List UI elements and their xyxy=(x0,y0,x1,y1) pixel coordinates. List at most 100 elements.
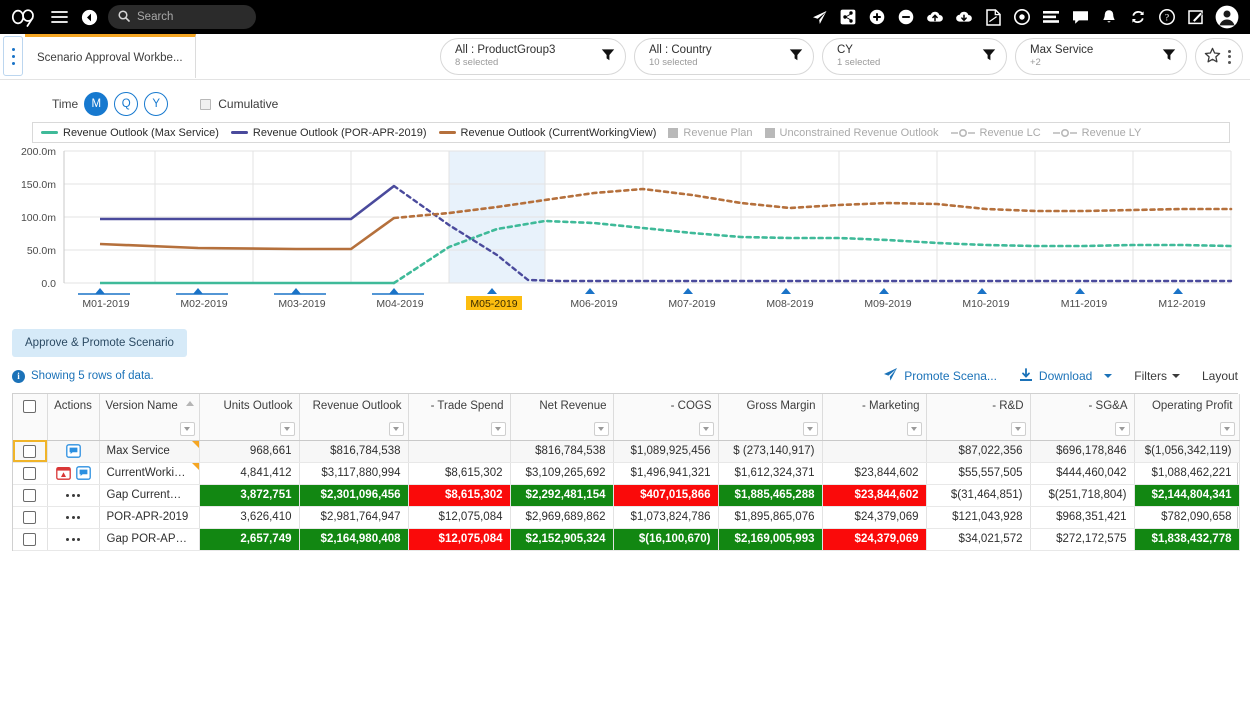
column-filter-button[interactable] xyxy=(906,421,922,436)
row-actions-cell[interactable] xyxy=(47,506,100,529)
more-dots-icon[interactable] xyxy=(66,515,80,519)
data-cell-cogs[interactable]: $1,089,925,456 xyxy=(613,440,719,463)
list-lines-icon[interactable] xyxy=(1038,4,1064,30)
pdf-file-icon[interactable] xyxy=(980,4,1006,30)
filter-funnel-icon[interactable] xyxy=(789,48,803,65)
column-filter-button[interactable] xyxy=(1114,421,1130,436)
data-cell-oprofit[interactable]: $1,088,462,221 xyxy=(1134,462,1240,485)
header-revenue-outlook[interactable]: Revenue Outlook xyxy=(299,394,409,441)
data-cell-marketing[interactable]: $24,379,069 xyxy=(822,506,927,529)
row-checkbox[interactable] xyxy=(23,510,37,524)
filter-funnel-icon[interactable] xyxy=(982,48,996,65)
edit-square-icon[interactable] xyxy=(1183,4,1209,30)
data-cell-units[interactable]: 2,657,749 xyxy=(199,528,300,551)
row-select-cell[interactable] xyxy=(13,528,48,551)
select-all-checkbox[interactable] xyxy=(23,400,37,413)
data-cell-netrev[interactable]: $816,784,538 xyxy=(510,440,614,463)
more-options-icon[interactable] xyxy=(1225,49,1234,64)
row-checkbox[interactable] xyxy=(23,466,37,480)
paper-plane-icon[interactable] xyxy=(806,4,832,30)
table-row[interactable]: POR-APR-2019 3,626,410 $2,981,764,947 $12,0… xyxy=(13,506,1240,529)
plus-circle-icon[interactable] xyxy=(864,4,890,30)
row-actions-cell[interactable] xyxy=(47,462,100,485)
legend-item-revenue-outlook-currentworkingview[interactable]: Revenue Outlook (CurrentWorkingView) xyxy=(438,127,656,139)
row-actions-cell[interactable] xyxy=(47,528,100,551)
more-dots-icon[interactable] xyxy=(66,493,80,497)
data-cell-oprofit[interactable]: $1,838,432,778 xyxy=(1134,528,1240,551)
filter-funnel-icon[interactable] xyxy=(601,48,615,65)
row-actions-cell[interactable] xyxy=(47,484,100,507)
app-logo-o9[interactable] xyxy=(10,7,36,27)
table-row[interactable]: Gap POR-APR-2... 2,657,749 $2,164,980,408 $… xyxy=(13,528,1240,551)
data-cell-trade[interactable]: $8,615,302 xyxy=(408,462,511,485)
data-cell-gross[interactable]: $2,169,005,993 xyxy=(718,528,823,551)
column-filter-button[interactable] xyxy=(1219,421,1235,436)
column-filter-button[interactable] xyxy=(388,421,404,436)
data-cell-sga[interactable]: $(251,718,804) xyxy=(1030,484,1135,507)
download-button[interactable]: Download xyxy=(1019,367,1113,385)
minus-circle-icon[interactable] xyxy=(893,4,919,30)
data-cell-units[interactable]: 4,841,412 xyxy=(199,462,300,485)
cloud-upload-icon[interactable] xyxy=(922,4,948,30)
version-name-cell[interactable]: CurrentWorking... xyxy=(99,462,200,485)
version-name-cell[interactable]: POR-APR-2019 xyxy=(99,506,200,529)
table-row[interactable]: CurrentWorking... 4,841,412 $3,117,880,994… xyxy=(13,462,1240,485)
header-net-revenue[interactable]: Net Revenue xyxy=(510,394,614,441)
data-cell-sga[interactable]: $444,460,042 xyxy=(1030,462,1135,485)
data-cell-gross[interactable]: $ (273,140,917) xyxy=(718,440,823,463)
cumulative-toggle[interactable]: Cumulative xyxy=(200,97,278,111)
data-cell-sga[interactable]: $968,351,421 xyxy=(1030,506,1135,529)
data-cell-cogs[interactable]: $1,073,824,786 xyxy=(613,506,719,529)
column-filter-button[interactable] xyxy=(490,421,506,436)
filter-max-service[interactable]: Max Service +2 xyxy=(1015,38,1187,75)
data-cell-netrev[interactable]: $3,109,265,692 xyxy=(510,462,614,485)
data-cell-sga[interactable]: $272,172,575 xyxy=(1030,528,1135,551)
data-cell-netrev[interactable]: $2,292,481,154 xyxy=(510,484,614,507)
comment-icon[interactable] xyxy=(1067,4,1093,30)
filter-funnel-icon[interactable] xyxy=(1162,48,1176,65)
column-filter-button[interactable] xyxy=(802,421,818,436)
time-granularity-m[interactable]: M xyxy=(84,92,109,116)
data-cell-trade[interactable]: $8,615,302 xyxy=(408,484,511,507)
legend-item-revenue-plan[interactable]: Revenue Plan xyxy=(668,127,753,139)
data-cell-oprofit[interactable]: $782,090,658 xyxy=(1134,506,1240,529)
data-cell-sga[interactable]: $696,178,846 xyxy=(1030,440,1135,463)
data-cell-rnd[interactable]: $(31,464,851) xyxy=(926,484,1031,507)
row-actions-cell[interactable] xyxy=(47,440,100,463)
header-operating-profit[interactable]: Operating Profit xyxy=(1134,394,1240,441)
data-cell-rnd[interactable]: $34,021,572 xyxy=(926,528,1031,551)
column-filter-button[interactable] xyxy=(279,421,295,436)
record-circle-icon[interactable] xyxy=(1009,4,1035,30)
legend-item-revenue-outlook-max-service[interactable]: Revenue Outlook (Max Service) xyxy=(41,127,219,139)
row-select-cell[interactable] xyxy=(13,440,48,463)
header-marketing[interactable]: - Marketing xyxy=(822,394,927,441)
data-cell-cogs[interactable]: $407,015,866 xyxy=(613,484,719,507)
hamburger-menu-icon[interactable] xyxy=(46,4,72,30)
data-cell-oprofit[interactable]: $2,144,804,341 xyxy=(1134,484,1240,507)
version-name-cell[interactable]: Max Service xyxy=(99,440,200,463)
bell-icon[interactable] xyxy=(1096,4,1122,30)
column-filter-button[interactable] xyxy=(1010,421,1026,436)
header-version-name[interactable]: Version Name xyxy=(99,394,200,441)
data-cell-gross[interactable]: $1,612,324,371 xyxy=(718,462,823,485)
data-cell-rnd[interactable]: $55,557,505 xyxy=(926,462,1031,485)
header-rnd[interactable]: - R&D xyxy=(926,394,1031,441)
row-select-cell[interactable] xyxy=(13,506,48,529)
row-select-cell[interactable] xyxy=(13,484,48,507)
search-input[interactable] xyxy=(137,11,246,23)
row-checkbox[interactable] xyxy=(23,444,37,458)
comment-icon[interactable] xyxy=(65,444,81,459)
tab-scenario-approval-workbench[interactable]: Scenario Approval Workbe... xyxy=(25,34,196,78)
header-trade-spend[interactable]: - Trade Spend xyxy=(408,394,511,441)
data-cell-units[interactable]: 968,661 xyxy=(199,440,300,463)
data-cell-units[interactable]: 3,626,410 xyxy=(199,506,300,529)
filter-country[interactable]: All : Country 10 selected xyxy=(634,38,814,75)
row-checkbox[interactable] xyxy=(23,488,37,502)
data-cell-marketing[interactable]: $23,844,602 xyxy=(822,462,927,485)
legend-item-revenue-lc[interactable]: Revenue LC xyxy=(950,127,1041,139)
legend-item-revenue-outlook-por-apr-2019[interactable]: Revenue Outlook (POR-APR-2019) xyxy=(230,127,427,139)
version-name-cell[interactable]: Gap CurrentWor... xyxy=(99,484,200,507)
comment-icon[interactable] xyxy=(75,466,91,481)
header-sga[interactable]: - SG&A xyxy=(1030,394,1135,441)
header-select-all[interactable] xyxy=(13,394,48,441)
